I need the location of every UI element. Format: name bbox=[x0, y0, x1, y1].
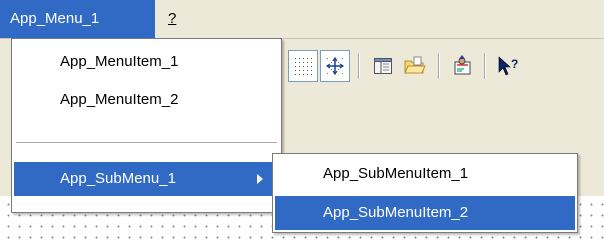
menu-item-app-submenuitem-2[interactable]: App_SubMenuItem_2 bbox=[275, 196, 575, 230]
menu-item-app-menuitem-2[interactable]: App_MenuItem_2 bbox=[14, 83, 279, 117]
menu-help-label: ? bbox=[168, 10, 177, 27]
snap-to-grid-icon[interactable] bbox=[320, 50, 350, 82]
app-menu-1-popup: App_MenuItem_1 App_MenuItem_2 App_SubMen… bbox=[11, 38, 282, 213]
submenu-label: App_SubMenu_1 bbox=[60, 170, 176, 187]
app-submenu-1-popup: App_SubMenuItem_1 App_SubMenuItem_2 bbox=[272, 153, 578, 233]
submenu-arrow-icon bbox=[257, 174, 263, 184]
toolbar-separator bbox=[438, 53, 440, 79]
properties-panel-icon[interactable] bbox=[368, 50, 398, 82]
toolbar: ? bbox=[274, 50, 604, 86]
folder-open-icon[interactable] bbox=[400, 50, 430, 82]
menu-bar: App_Menu_1 ? bbox=[0, 0, 604, 39]
menu-help[interactable]: ? bbox=[160, 0, 190, 38]
menu-item-app-menuitem-1[interactable]: App_MenuItem_1 bbox=[14, 45, 279, 79]
wizard-icon[interactable] bbox=[448, 50, 478, 82]
toolbar-separator bbox=[358, 53, 360, 79]
svg-text:?: ? bbox=[511, 57, 518, 71]
menu-item-app-submenuitem-1[interactable]: App_SubMenuItem_1 bbox=[275, 157, 575, 191]
context-help-icon[interactable]: ? bbox=[492, 50, 526, 82]
menu-app-menu-1[interactable]: App_Menu_1 bbox=[0, 0, 155, 38]
menu-item-app-submenu-1[interactable]: App_SubMenu_1 bbox=[14, 162, 279, 196]
grid-dots-icon[interactable] bbox=[288, 50, 318, 82]
menu-separator bbox=[16, 142, 277, 144]
toolbar-separator bbox=[484, 53, 486, 79]
